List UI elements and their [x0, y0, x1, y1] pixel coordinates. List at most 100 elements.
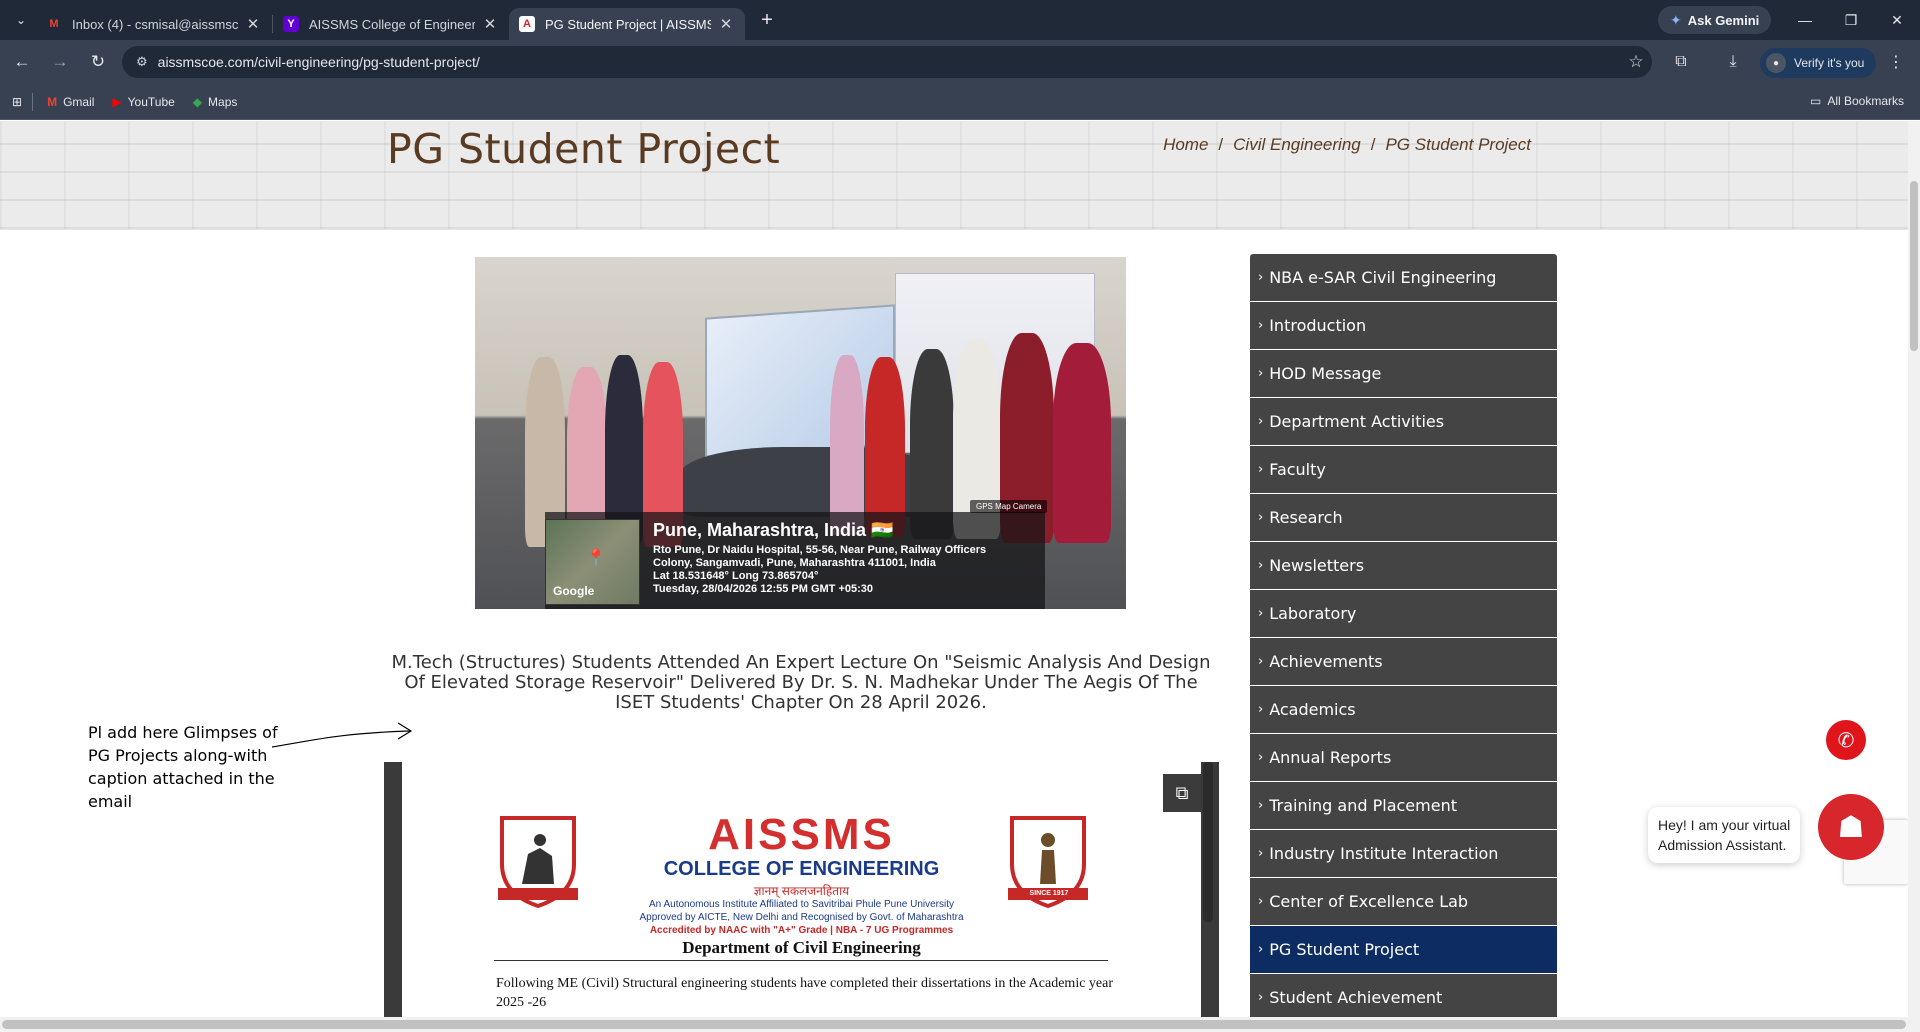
sidebar-item-research[interactable]: › Research — [1250, 494, 1557, 542]
reload-icon[interactable]: ↻ — [82, 46, 114, 78]
sidebar-item-achievements[interactable]: › Achievements — [1250, 638, 1557, 686]
phone-icon: ✆ — [1837, 729, 1855, 752]
verify-label: Verify it's you — [1794, 56, 1865, 70]
tab-aissms[interactable]: Y AISSMS College of Engineering ✕ — [273, 8, 509, 40]
avatar: ● — [1766, 53, 1786, 73]
extensions-icon[interactable]: ⧉ — [1665, 46, 1697, 78]
pdf-viewer[interactable]: ⧉ SINCE 1917 AISSMS COLLEGE OF ENGINEERI… — [384, 762, 1219, 1017]
chevron-right-icon: › — [1258, 606, 1264, 621]
tab-title: AISSMS College of Engineering — [309, 16, 475, 32]
chevron-right-icon: › — [1258, 894, 1264, 909]
restore-icon[interactable]: ❐ — [1828, 0, 1874, 40]
sidebar-item-department-activities[interactable]: › Department Activities — [1250, 398, 1557, 446]
accreditation-line: Accredited by NAAC with "A+" Grade | NBA… — [649, 925, 954, 936]
folder-icon: ▭ — [1809, 94, 1822, 108]
breadcrumb-home[interactable]: Home — [1163, 135, 1208, 155]
gmail-icon: M — [47, 94, 58, 109]
more-menu-icon[interactable]: ⋮ — [1880, 46, 1912, 78]
chevron-right-icon: › — [1258, 750, 1264, 765]
chevron-right-icon: › — [1258, 702, 1264, 717]
sidebar-item-label: Achievements — [1269, 652, 1383, 671]
minimize-icon[interactable]: — — [1782, 0, 1828, 40]
chevron-right-icon: › — [1258, 654, 1264, 669]
verify-profile-button[interactable]: ● Verify it's you — [1760, 48, 1877, 78]
gps-camera-label: GPS Map Camera — [970, 500, 1048, 513]
page-header-banner: PG Student Project Home / Civil Engineer… — [0, 121, 1908, 230]
breadcrumb-separator: / — [1218, 135, 1224, 154]
back-icon[interactable]: ← — [6, 46, 38, 78]
pdf-body-text: Following ME (Civil) Structural engineer… — [496, 976, 1114, 1010]
download-icon[interactable]: ⤓ — [1717, 46, 1749, 78]
bookmark-star-icon[interactable]: ☆ — [1620, 52, 1652, 72]
apps-grid-icon[interactable]: ⊞ — [12, 95, 22, 109]
close-icon[interactable]: ✕ — [717, 15, 735, 33]
sidebar-item-label: Annual Reports — [1269, 748, 1392, 767]
open-external-icon[interactable]: ⧉ — [1163, 774, 1201, 812]
chatbot-launcher-button[interactable]: ☗ — [1818, 794, 1884, 860]
all-bookmarks-button[interactable]: ▭ All Bookmarks — [1810, 94, 1904, 108]
sidebar-item-label: PG Student Project — [1269, 940, 1420, 959]
chat-greeting-line: Hey! I am your virtual — [1658, 817, 1791, 833]
college-motto: ज्ञानम् सकलजनहिताय — [753, 884, 850, 898]
url-text: aissmscoe.com/civil-engineering/pg-stude… — [157, 54, 480, 70]
tab-pg-student-project[interactable]: A PG Student Project | AISSMS Co ✕ — [509, 8, 745, 40]
sidebar-item-label: Industry Institute Interaction — [1269, 844, 1499, 863]
chat-greeting-bubble[interactable]: Hey! I am your virtual Admission Assista… — [1648, 807, 1800, 863]
scrollbar-thumb[interactable] — [1910, 181, 1918, 351]
sidebar-item-hod-message[interactable]: › HOD Message — [1250, 350, 1557, 398]
sidebar-item-introduction[interactable]: › Introduction — [1250, 302, 1557, 350]
gps-address: Rto Pune, Dr Naidu Hospital, 55-56, Near… — [653, 544, 1043, 596]
sidebar-item-laboratory[interactable]: › Laboratory — [1250, 590, 1557, 638]
yahoo-icon: Y — [283, 16, 299, 32]
sidebar-item-annual-reports[interactable]: › Annual Reports — [1250, 734, 1557, 782]
sidebar-item-center-of-excellence-lab[interactable]: › Center of Excellence Lab — [1250, 878, 1557, 926]
department-sidebar: › NBA e-SAR Civil Engineering › Introductio… — [1250, 254, 1557, 1017]
bookmark-maps[interactable]: ◆ Maps — [193, 95, 238, 109]
close-window-icon[interactable]: ✕ — [1874, 0, 1920, 40]
sidebar-item-student-achievement[interactable]: › Student Achievement — [1250, 974, 1557, 1017]
sidebar-item-label: Academics — [1269, 700, 1356, 719]
annotation-arrow-icon — [271, 722, 413, 748]
forward-icon[interactable]: → — [44, 46, 76, 78]
sidebar-item-academics[interactable]: › Academics — [1250, 686, 1557, 734]
sidebar-item-label: Introduction — [1269, 316, 1367, 335]
sidebar-item-label: Student Achievement — [1269, 988, 1443, 1007]
phone-call-button[interactable]: ✆ — [1826, 720, 1866, 760]
breadcrumb-civil-engineering[interactable]: Civil Engineering — [1233, 135, 1361, 155]
chevron-right-icon: › — [1258, 366, 1264, 381]
sidebar-item-pg-student-project[interactable]: › PG Student Project — [1250, 926, 1557, 974]
photo-person — [830, 355, 864, 535]
gps-city: Pune, Maharashtra, India 🇮🇳 — [653, 520, 894, 540]
photo-person — [865, 357, 905, 537]
page-horizontal-scrollbar[interactable] — [0, 1017, 1920, 1032]
tab-gmail[interactable]: M Inbox (4) - csmisal@aissmscoe. ✕ — [36, 8, 272, 40]
sidebar-item-newsletters[interactable]: › Newsletters — [1250, 542, 1557, 590]
bookmark-gmail[interactable]: M Gmail — [47, 95, 94, 109]
chat-greeting-line: Admission Assistant. — [1658, 837, 1787, 853]
scrollbar-thumb[interactable] — [2, 1020, 1906, 1029]
sidebar-item-industry-institute-interaction[interactable]: › Industry Institute Interaction — [1250, 830, 1557, 878]
sidebar-item-faculty[interactable]: › Faculty — [1250, 446, 1557, 494]
bookmark-label: Gmail — [63, 94, 95, 109]
close-icon[interactable]: ✕ — [244, 15, 262, 33]
page-vertical-scrollbar[interactable] — [1908, 121, 1920, 1017]
map-pin-icon: 📍 — [586, 550, 606, 567]
sidebar-item-training-and-placement[interactable]: › Training and Placement — [1250, 782, 1557, 830]
bookmark-youtube[interactable]: ▶ YouTube — [112, 95, 174, 109]
chevron-right-icon: › — [1258, 318, 1264, 333]
sidebar-item-label: NBA e-SAR Civil Engineering — [1269, 268, 1497, 287]
sidebar-item-nba-e-sar-civil-engineering[interactable]: › NBA e-SAR Civil Engineering — [1250, 254, 1557, 302]
address-bar[interactable]: ⚙ aissmscoe.com/civil-engineering/pg-stu… — [122, 46, 1652, 78]
close-icon[interactable]: ✕ — [481, 15, 499, 33]
photo-caption: M.Tech (Structures) Students Attended An… — [391, 652, 1211, 713]
photo-person — [910, 349, 954, 539]
sidebar-item-label: Newsletters — [1269, 556, 1365, 575]
bookmark-label: YouTube — [127, 94, 175, 109]
chevron-right-icon: › — [1258, 942, 1264, 957]
chevron-right-icon: › — [1258, 510, 1264, 525]
tab-search-icon[interactable]: ⌄ — [6, 5, 36, 35]
ask-gemini-button[interactable]: ✦ Ask Gemini — [1658, 6, 1772, 34]
approval-line: Approved by AICTE, New Delhi and Recogni… — [639, 912, 964, 923]
new-tab-button[interactable]: + — [753, 6, 781, 34]
site-info-icon[interactable]: ⚙ — [136, 54, 148, 70]
